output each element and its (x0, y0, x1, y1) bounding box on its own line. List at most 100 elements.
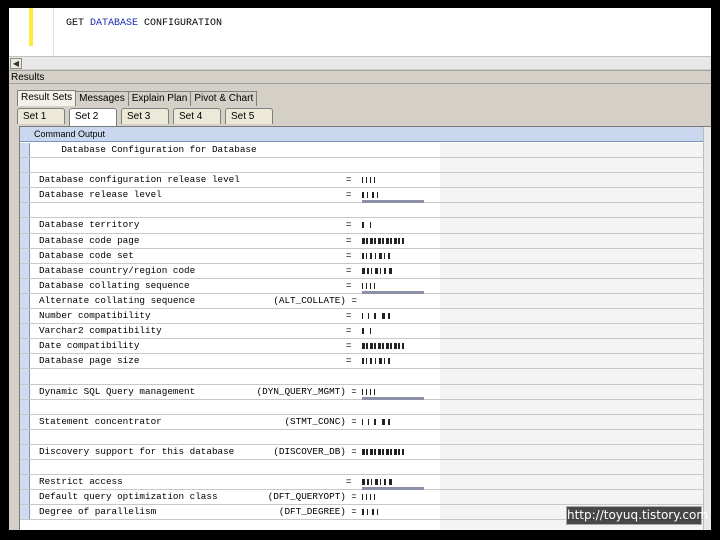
redacted-value (356, 505, 426, 520)
table-row[interactable]: Database page size = (20, 354, 711, 370)
row-selector[interactable] (20, 324, 30, 339)
results-tabstrip: Result Sets Messages Explain Plan Pivot & C… (17, 88, 258, 106)
row-selector[interactable] (20, 248, 30, 263)
table-row[interactable]: Restrict access = (20, 475, 711, 491)
row-selector[interactable] (20, 399, 30, 414)
row-selector[interactable] (20, 444, 30, 459)
output-line-text: Database code page = (39, 234, 352, 246)
tab-set-1[interactable]: Set 1 (17, 108, 65, 124)
sql-statement[interactable]: GET DATABASE CONFIGURATION (66, 18, 222, 29)
table-row[interactable] (20, 459, 711, 476)
table-row[interactable]: Varchar2 compatibility = (20, 324, 711, 340)
table-row[interactable]: Database Configuration for Database (20, 143, 711, 159)
sql-editor[interactable]: GET DATABASE CONFIGURATION (9, 8, 711, 56)
table-row[interactable]: Database country/region code = (20, 263, 711, 279)
table-row[interactable] (20, 429, 711, 445)
output-line-text: Database territory = (39, 219, 352, 231)
output-line-text: Database country/region code = (39, 264, 352, 276)
row-selector[interactable] (20, 309, 30, 324)
table-row[interactable]: Alternate collating sequence (ALT_COLLAT… (20, 293, 711, 310)
row-selector[interactable] (20, 203, 30, 218)
table-row[interactable]: Database code set = (20, 248, 711, 264)
output-line-text: Database Configuration for Database (39, 144, 257, 155)
sql-token: GET (66, 18, 91, 29)
output-rows: Database Configuration for Database Datab… (20, 143, 711, 521)
tab-set-4[interactable]: Set 4 (173, 108, 221, 124)
row-selector[interactable] (20, 429, 30, 444)
tab-set-5[interactable]: Set 5 (225, 108, 273, 124)
redacted-value (356, 324, 426, 339)
output-line-text: Database code set = (39, 249, 352, 261)
table-row[interactable] (20, 369, 711, 385)
output-line-text: Discovery support for this database (DIS… (39, 445, 358, 457)
column-header-command-output[interactable]: Command Output (20, 127, 711, 142)
output-line-text: Varchar2 compatibility = (39, 325, 352, 337)
table-row[interactable]: Number compatibility = (20, 309, 711, 325)
row-selector[interactable] (20, 263, 30, 278)
table-row[interactable]: Date compatibility = (20, 339, 711, 355)
tab-set-2[interactable]: Set 2 (69, 108, 117, 126)
tab-explain-plan[interactable]: Explain Plan (127, 91, 192, 106)
table-row[interactable] (20, 399, 711, 415)
redacted-value (356, 384, 426, 400)
grid-vertical-scrollbar[interactable] (703, 127, 711, 530)
table-row[interactable]: Default query optimization class (DFT_QU… (20, 490, 711, 506)
row-selector[interactable] (20, 490, 30, 505)
table-row[interactable]: Dynamic SQL Query management (DYN_QUERY_… (20, 384, 711, 400)
table-row[interactable] (20, 158, 711, 174)
table-row[interactable]: Database territory = (20, 218, 711, 234)
redacted-value (356, 354, 426, 369)
row-selector[interactable] (20, 369, 30, 384)
row-selector[interactable] (20, 475, 30, 490)
redacted-value (356, 490, 426, 505)
row-selector[interactable] (20, 233, 30, 248)
output-line-text: Alternate collating sequence (ALT_COLLAT… (39, 294, 358, 306)
redacted-value (356, 188, 426, 204)
row-selector[interactable] (20, 339, 30, 354)
output-line-text: Degree of parallelism (DFT_DEGREE) = (39, 506, 358, 518)
redacted-value (356, 414, 426, 429)
sql-keyword-database: DATABASE (90, 18, 139, 29)
table-row[interactable]: Database code page = (20, 233, 711, 249)
tab-set-3[interactable]: Set 3 (121, 108, 169, 124)
output-line-text: Dynamic SQL Query management (DYN_QUERY_… (39, 385, 358, 397)
output-line-text: Database page size = (39, 355, 352, 367)
row-selector[interactable] (20, 278, 30, 293)
editor-gutter-divider (53, 8, 54, 56)
command-output-grid[interactable]: Command Output Database Configuration fo… (19, 126, 711, 530)
row-selector[interactable] (20, 505, 30, 520)
redacted-value (356, 339, 426, 354)
redacted-value (356, 475, 426, 491)
editor-horizontal-scrollbar[interactable]: ◀ (9, 56, 711, 69)
row-selector[interactable] (20, 218, 30, 233)
row-selector[interactable] (20, 158, 30, 173)
redacted-value (356, 248, 426, 263)
result-set-tabstrip: Set 1 Set 2 Set 3 Set 4 Set 5 (17, 106, 277, 126)
tab-messages[interactable]: Messages (75, 91, 129, 106)
tab-result-sets[interactable]: Result Sets (17, 90, 77, 106)
output-line-text: Restrict access = (39, 476, 352, 488)
output-line-text: Database collating sequence = (39, 279, 352, 291)
row-selector[interactable] (20, 414, 30, 429)
redacted-value (356, 218, 426, 233)
table-row[interactable]: Discovery support for this database (DIS… (20, 444, 711, 460)
results-panel-title: Results (9, 70, 711, 84)
row-selector[interactable] (20, 384, 30, 399)
table-row[interactable]: Database configuration release level = (20, 173, 711, 189)
row-selector[interactable] (20, 188, 30, 203)
table-row[interactable]: Database collating sequence = (20, 278, 711, 294)
output-line-text: Statement concentrator (STMT_CONC) = (39, 415, 358, 427)
row-selector[interactable] (20, 293, 30, 309)
table-row[interactable] (20, 203, 711, 219)
tab-pivot-chart[interactable]: Pivot & Chart (190, 91, 258, 106)
row-selector[interactable] (20, 173, 30, 188)
row-selector[interactable] (20, 459, 30, 475)
row-selector[interactable] (20, 143, 30, 158)
table-row[interactable]: Statement concentrator (STMT_CONC) = (20, 414, 711, 430)
scroll-left-icon[interactable]: ◀ (10, 58, 22, 69)
redacted-value (356, 173, 426, 188)
table-row[interactable]: Database release level = (20, 188, 711, 204)
output-line-text: Database release level = (39, 189, 352, 201)
row-selector[interactable] (20, 354, 30, 369)
redacted-value (356, 233, 426, 248)
